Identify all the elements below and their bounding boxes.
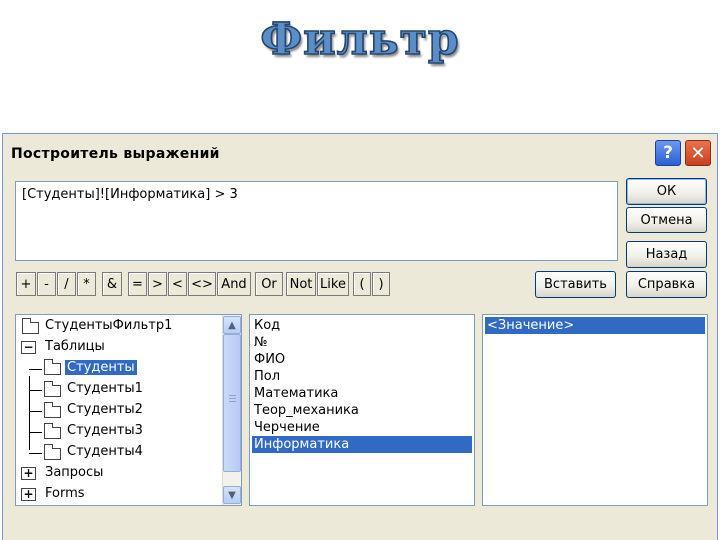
operator-button[interactable]: + xyxy=(16,272,36,296)
dialog-title: Построитель выражений xyxy=(11,146,220,162)
operator-button[interactable]: - xyxy=(37,272,56,296)
field-item[interactable]: Пол xyxy=(252,368,472,385)
values-list[interactable]: <Значение> xyxy=(482,314,708,506)
grip-line xyxy=(229,395,236,396)
scroll-up-button[interactable]: ▲ xyxy=(223,316,241,334)
tree-item[interactable]: Студенты2 xyxy=(16,401,221,421)
operator-button[interactable]: Or xyxy=(255,272,283,296)
back-button[interactable]: Назад xyxy=(626,241,707,268)
tree-connector-line xyxy=(29,390,42,391)
field-item[interactable]: Теор_механика xyxy=(252,402,472,419)
tree-item-label: СтудентыФильтр1 xyxy=(45,318,173,333)
scroll-thumb[interactable] xyxy=(223,334,241,472)
operator-button[interactable]: And xyxy=(217,272,251,296)
tree-item-label: Студенты3 xyxy=(67,423,143,438)
operator-button[interactable]: = xyxy=(128,272,147,296)
operator-button[interactable]: * xyxy=(77,272,96,296)
operator-button[interactable]: > xyxy=(148,272,167,296)
operator-button[interactable]: / xyxy=(57,272,76,296)
field-item[interactable]: Код xyxy=(252,317,472,334)
expression-text: [Студенты]![Информатика] > 3 xyxy=(22,187,238,202)
folder-icon xyxy=(44,423,61,439)
tree-item-label: Запросы xyxy=(45,465,104,480)
field-item[interactable]: Информатика xyxy=(252,436,472,453)
operator-button[interactable]: Like xyxy=(317,272,349,296)
chevron-down-icon: ▼ xyxy=(228,489,236,501)
tree-connector-line xyxy=(29,411,42,412)
expression-textbox[interactable]: [Студенты]![Информатика] > 3 xyxy=(15,181,618,261)
help-button[interactable]: Справка xyxy=(626,271,707,298)
dialog-titlebar: Построитель выражений ? ✕ xyxy=(3,134,717,171)
tree-item[interactable]: Студенты1 xyxy=(16,380,221,400)
tree-item[interactable]: Студенты xyxy=(16,359,221,379)
tree-item[interactable]: + Forms xyxy=(16,485,221,505)
tree-item[interactable]: Студенты4 xyxy=(16,443,221,463)
operator-button[interactable]: < xyxy=(168,272,187,296)
grip-line xyxy=(229,401,236,402)
tree-connector-line xyxy=(29,376,30,450)
tree-item-label: Студенты xyxy=(65,360,137,375)
cancel-button[interactable]: Отмена xyxy=(626,207,707,233)
grip-line xyxy=(229,398,236,399)
scroll-down-button[interactable]: ▼ xyxy=(223,486,241,504)
tree-connector-line xyxy=(29,369,42,370)
ok-button[interactable]: ОК xyxy=(626,178,707,205)
expander-icon[interactable]: + xyxy=(21,467,36,480)
help-titlebar-button[interactable]: ? xyxy=(655,140,681,166)
value-item[interactable]: <Значение> xyxy=(485,317,705,334)
operator-button[interactable]: <> xyxy=(188,272,216,296)
slide-title: Фильтр xyxy=(260,13,460,66)
operator-button[interactable]: & xyxy=(102,272,122,296)
field-item[interactable]: Черчение xyxy=(252,419,472,436)
insert-button[interactable]: Вставить xyxy=(535,271,616,298)
tree-item-label: Студенты2 xyxy=(67,402,143,417)
fields-list[interactable]: Код № ФИО Пол Математика Теор_механика Черчени… xyxy=(249,314,475,506)
tree-connector-line xyxy=(29,432,42,433)
field-item[interactable]: Математика xyxy=(252,385,472,402)
tree-item-label: Таблицы xyxy=(45,339,105,354)
tree-connector-line xyxy=(29,453,42,454)
folder-icon xyxy=(44,359,61,375)
chevron-up-icon: ▲ xyxy=(228,319,236,331)
tree-item[interactable]: Студенты3 xyxy=(16,422,221,442)
tree-item[interactable]: СтудентыФильтр1 xyxy=(16,317,221,337)
folder-icon xyxy=(44,444,61,460)
object-tree[interactable]: СтудентыФильтр1− Таблицы Студенты Студенты1… xyxy=(15,314,242,506)
folder-icon xyxy=(44,402,61,418)
question-icon: ? xyxy=(663,143,673,163)
tree-item[interactable]: + Запросы xyxy=(16,464,221,484)
field-item[interactable]: № xyxy=(252,334,472,351)
operator-button[interactable]: Not xyxy=(286,272,316,296)
close-icon: ✕ xyxy=(690,142,706,164)
tree-scrollbar[interactable]: ▲ ▼ xyxy=(222,315,241,505)
tree-item-label: Студенты1 xyxy=(67,381,143,396)
folder-icon xyxy=(44,381,61,397)
expander-icon[interactable]: − xyxy=(21,341,36,354)
field-item[interactable]: ФИО xyxy=(252,351,472,368)
close-titlebar-button[interactable]: ✕ xyxy=(685,140,711,166)
expander-icon[interactable]: + xyxy=(21,488,36,501)
tree-item-label: Студенты4 xyxy=(67,444,143,459)
operator-button[interactable]: ) xyxy=(372,272,390,296)
tree-item-label: Forms xyxy=(45,486,85,501)
expression-builder-dialog: Построитель выражений ? ✕ [Студенты]![Ин… xyxy=(2,133,718,540)
operator-button[interactable]: ( xyxy=(353,272,371,296)
tree-item[interactable]: − Таблицы xyxy=(16,338,221,358)
folder-icon xyxy=(22,318,39,334)
